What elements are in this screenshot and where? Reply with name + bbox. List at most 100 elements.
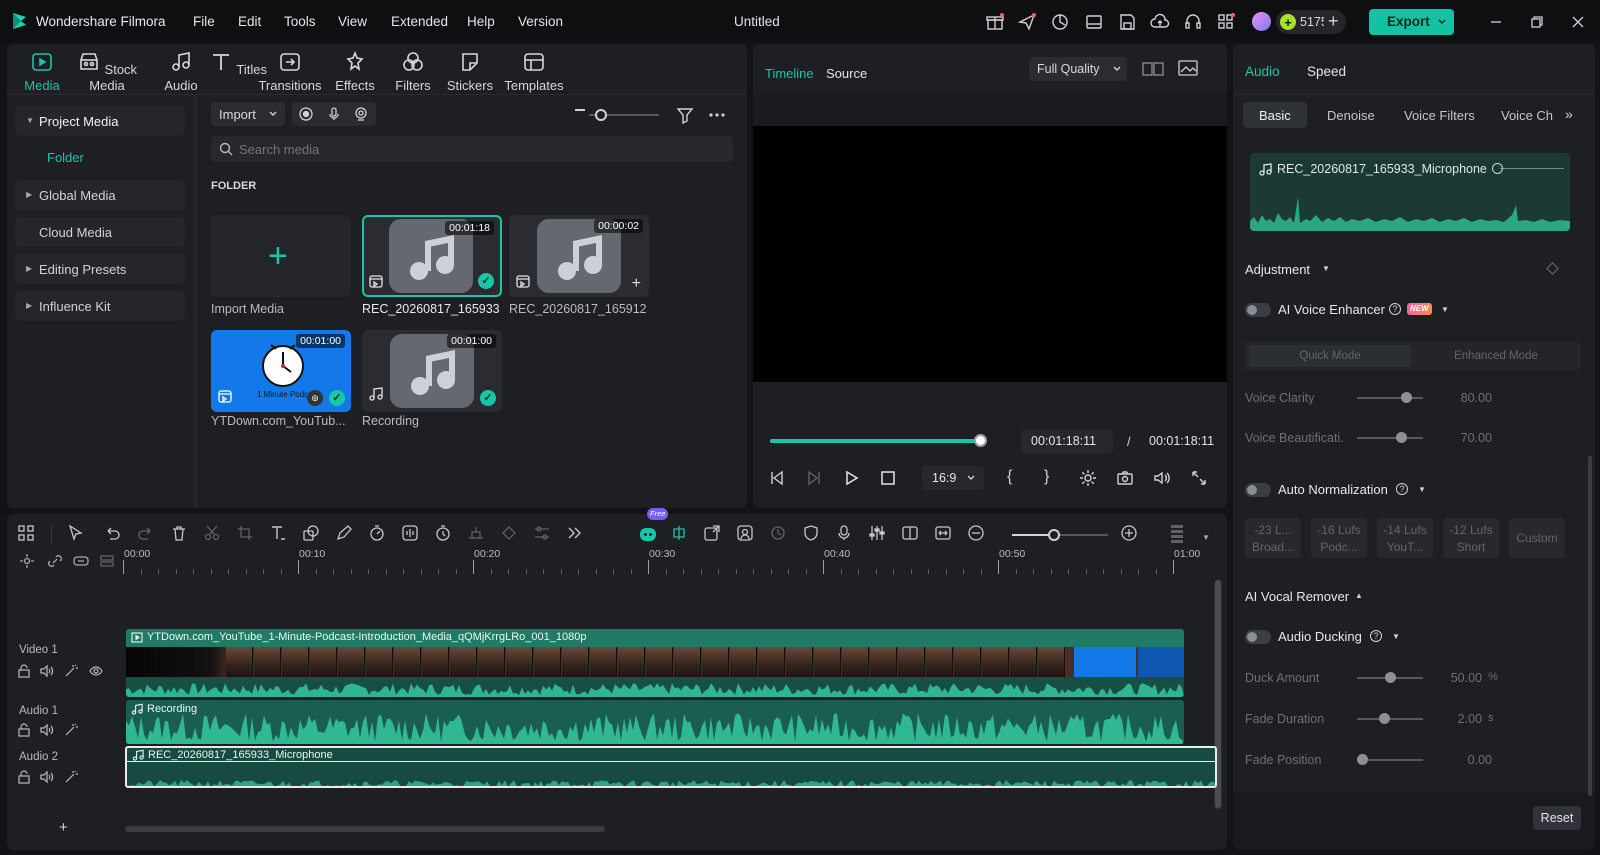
audio-wave-icon[interactable]	[401, 524, 423, 546]
sidebar-item-influence-kit[interactable]: ▶ Influence Kit	[15, 291, 185, 321]
quality-dropdown[interactable]: Full Quality	[1029, 57, 1127, 81]
play-icon[interactable]	[842, 469, 860, 487]
preset-youtube[interactable]: -14 Lufs YouT...	[1377, 518, 1433, 558]
tab-effects[interactable]: Effects	[325, 50, 385, 96]
slider-knob[interactable]	[1395, 432, 1407, 443]
layout-icon[interactable]	[1084, 12, 1104, 32]
credits-badge[interactable]: + 5175 +	[1276, 10, 1346, 34]
stop-icon[interactable]	[879, 469, 897, 487]
speaker-icon[interactable]	[40, 723, 54, 737]
lock-icon[interactable]	[17, 723, 31, 737]
gift-icon[interactable]	[985, 12, 1005, 32]
caret-down-icon[interactable]: ▼	[1202, 533, 1210, 542]
keyframe-diamond-icon[interactable]	[1546, 262, 1559, 275]
mark-out-icon[interactable]: }	[1044, 468, 1049, 486]
slider-knob[interactable]	[1384, 672, 1396, 683]
shield-icon[interactable]	[802, 524, 824, 546]
lock-icon[interactable]	[17, 770, 31, 784]
sidebar-item-project-media[interactable]: ▼ Project Media	[15, 106, 185, 136]
auto-enhance-icon[interactable]	[64, 770, 78, 784]
avatar[interactable]	[1252, 12, 1271, 31]
tab-filters[interactable]: Filters	[383, 50, 443, 96]
menu-help[interactable]: Help	[467, 14, 495, 29]
volume-keyframe-knob[interactable]	[1492, 163, 1503, 174]
current-time-field[interactable]: 00:01:18:11	[1021, 429, 1113, 453]
help-icon[interactable]: ?	[1370, 630, 1382, 642]
volume-icon[interactable]	[1153, 469, 1171, 487]
tab-audio-props[interactable]: Audio	[1245, 64, 1280, 79]
help-icon[interactable]: ?	[1389, 303, 1401, 315]
timeline-settings-icon[interactable]	[19, 553, 35, 569]
shape-icon[interactable]	[302, 524, 324, 546]
more-options-icon[interactable]	[707, 106, 727, 124]
record-voiceover-icon[interactable]	[835, 524, 857, 546]
export-clip-icon[interactable]	[703, 524, 725, 546]
menu-version[interactable]: Version	[518, 14, 563, 29]
eye-icon[interactable]	[89, 664, 103, 678]
auto-enhance-icon[interactable]	[64, 723, 78, 737]
caret-down-icon[interactable]: ▼	[1322, 264, 1330, 273]
playhead-knob[interactable]	[974, 434, 987, 447]
media-item-rec-165933[interactable]: 00:01:18 ✓	[362, 215, 502, 297]
motion-track-icon[interactable]	[500, 524, 522, 546]
ai-voice-enhancer-toggle[interactable]	[1245, 303, 1271, 317]
slider-knob[interactable]	[595, 109, 607, 121]
layout-grid-icon[interactable]	[17, 524, 39, 546]
select-cursor-icon[interactable]	[67, 524, 89, 546]
auto-enhance-icon[interactable]	[64, 664, 78, 678]
tab-stickers[interactable]: Stickers	[440, 50, 500, 96]
preset-short[interactable]: -12 Lufs Short	[1443, 518, 1499, 558]
voice-clarity-slider[interactable]	[1357, 392, 1423, 403]
search-bar[interactable]	[211, 136, 733, 162]
text-icon[interactable]	[269, 524, 291, 546]
fade-duration-slider[interactable]	[1357, 713, 1423, 724]
track-height-icon[interactable]	[1170, 524, 1192, 546]
caret-down-icon[interactable]: ▼	[1418, 485, 1426, 494]
slider-knob[interactable]	[1048, 529, 1060, 541]
video-clip[interactable]: YTDown.com_YouTube_1-Minute-Podcast-Intr…	[126, 629, 1184, 697]
split-screen-icon[interactable]	[901, 524, 923, 546]
voice-beautification-slider[interactable]	[1357, 432, 1423, 443]
audio1-clip[interactable]: Recording	[126, 700, 1184, 744]
properties-scrollbar[interactable]	[1588, 456, 1592, 796]
playback-progress-bar[interactable]	[770, 434, 987, 447]
microphone-icon[interactable]	[327, 107, 341, 121]
media-item-ytdown-video[interactable]: 1 Minute Podc 00:01:00 ⊚ ✓	[211, 330, 351, 412]
undo-icon[interactable]	[103, 524, 125, 546]
tab-stock-media[interactable]: Stock Media	[67, 50, 147, 96]
duck-amount-slider[interactable]	[1357, 672, 1423, 683]
sidebar-item-editing-presets[interactable]: ▶ Editing Presets	[15, 254, 185, 284]
ai-portrait-icon[interactable]	[736, 524, 758, 546]
save-icon[interactable]	[1117, 12, 1137, 32]
subtab-denoise[interactable]: Denoise	[1327, 108, 1375, 123]
zoom-out-timeline-icon[interactable]	[967, 524, 989, 546]
speaker-icon[interactable]	[40, 664, 54, 678]
snap-icon[interactable]	[670, 524, 692, 546]
slider-knob[interactable]	[1379, 713, 1390, 724]
tab-transitions[interactable]: Transitions	[255, 50, 325, 96]
add-track-button[interactable]: +	[59, 819, 68, 836]
menu-file[interactable]: File	[193, 14, 215, 29]
community-icon[interactable]	[1050, 12, 1070, 32]
preset-custom[interactable]: Custom	[1509, 518, 1565, 558]
timer-icon[interactable]	[434, 524, 456, 546]
media-item-rec-165912[interactable]: 00:00:02 +	[509, 215, 649, 297]
export-button[interactable]: Export	[1369, 9, 1454, 35]
double-chevron-right-icon[interactable]: »	[1565, 106, 1573, 122]
speaker-icon[interactable]	[40, 770, 54, 784]
timeline-zoom-slider[interactable]	[1012, 529, 1108, 541]
timeline-horizontal-scrollbar[interactable]	[125, 826, 605, 832]
tab-audio[interactable]: Audio	[151, 50, 211, 96]
speed-icon[interactable]	[368, 524, 390, 546]
subtab-voice-filters[interactable]: Voice Filters	[1404, 108, 1475, 123]
link-clips-icon[interactable]	[73, 553, 89, 569]
menu-view[interactable]: View	[338, 14, 367, 29]
video-preview-canvas[interactable]	[753, 126, 1227, 382]
tab-templates[interactable]: Templates	[500, 50, 568, 96]
zoom-out-icon[interactable]	[575, 109, 585, 111]
tab-media[interactable]: Media	[12, 50, 72, 96]
import-media-tile[interactable]: +	[211, 215, 351, 297]
quick-mode-button[interactable]: Quick Mode	[1249, 345, 1411, 367]
more-tools-icon[interactable]	[565, 524, 587, 546]
ai-copilot-icon[interactable]	[638, 524, 660, 546]
